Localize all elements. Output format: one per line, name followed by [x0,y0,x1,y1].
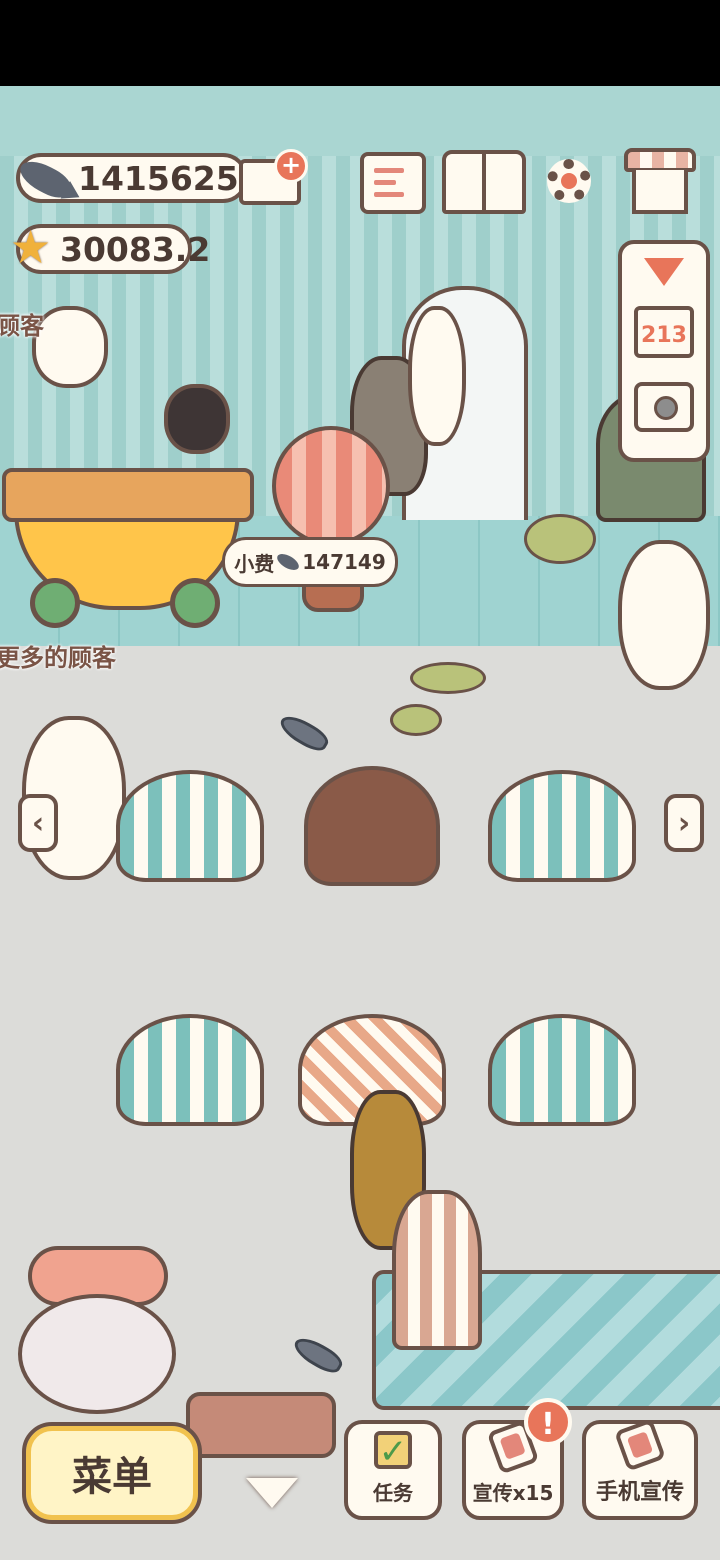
hot-air-balloon [272,426,390,546]
moss-decor [390,704,442,736]
plus-icon: + [274,149,308,183]
store-icon [624,148,696,172]
fish-count: 1415625 [78,158,239,198]
collapse-arrow-icon[interactable] [644,258,684,286]
fish-icon [274,550,302,574]
store-front [632,170,688,214]
chevron-down-icon [246,1478,298,1508]
customer-label: 顾客 [0,312,44,340]
book-icon [482,154,486,210]
scroll-right-arrow[interactable]: › [664,794,704,852]
settings-button[interactable] [538,150,600,212]
newspaper-button[interactable] [360,152,426,214]
checkbox-icon: ✓ [374,1431,412,1469]
table-striped[interactable] [488,1014,636,1126]
recipe-book-button[interactable] [442,150,526,214]
table-chocolate[interactable] [304,766,440,886]
store-button[interactable] [624,148,696,214]
ranking-icon: 213 [641,323,687,348]
table-striped[interactable] [116,1014,264,1126]
cat-customer-cream[interactable] [618,540,710,690]
gear-icon [547,159,591,203]
more-customers-text: 更多的顾客 [0,644,116,672]
phone-promo-label: 手机宣传 [595,1480,684,1505]
tip-label: 小费 [234,551,275,576]
side-panel: 213 [618,240,710,462]
cone-machine [392,1190,482,1350]
task-label: 任务 [373,1481,413,1505]
cart-wheel [170,578,220,628]
tip-amount: 147149 [302,550,386,574]
wall-top [0,86,720,156]
moss-decor [524,514,596,564]
candy-jar[interactable] [18,1294,176,1414]
paw-rug [186,1392,336,1458]
expand-down-button[interactable] [244,1478,302,1514]
shop-cart-button[interactable]: + [236,149,308,211]
menu-button[interactable]: 菜单 [22,1422,202,1524]
alert-badge: ! [524,1398,572,1446]
phone-promo-button[interactable]: 手机宣传 [582,1418,698,1520]
table-striped[interactable] [488,770,636,882]
promo-label: 宣传x15 [472,1481,554,1505]
cart-counter [2,468,254,522]
cart-wheel [30,578,80,628]
rabbit-customer[interactable] [408,306,466,446]
camera-button[interactable] [634,382,694,432]
scroll-left-arrow[interactable]: ‹ [18,794,58,852]
tip-bubble[interactable]: 小费 147149 [222,537,398,587]
menu-label: 菜单 [72,1454,152,1500]
table-striped[interactable] [116,770,264,882]
task-button[interactable]: ✓ 任务 [344,1420,442,1520]
phone-icon [614,1418,666,1472]
ranking-button[interactable]: 213 [634,306,694,358]
moss-decor [410,662,486,694]
status-bar [0,0,720,86]
star-icon: ★ [10,220,52,274]
star-count: 30083.2 [60,229,211,269]
cat-black-cook[interactable] [164,384,230,454]
